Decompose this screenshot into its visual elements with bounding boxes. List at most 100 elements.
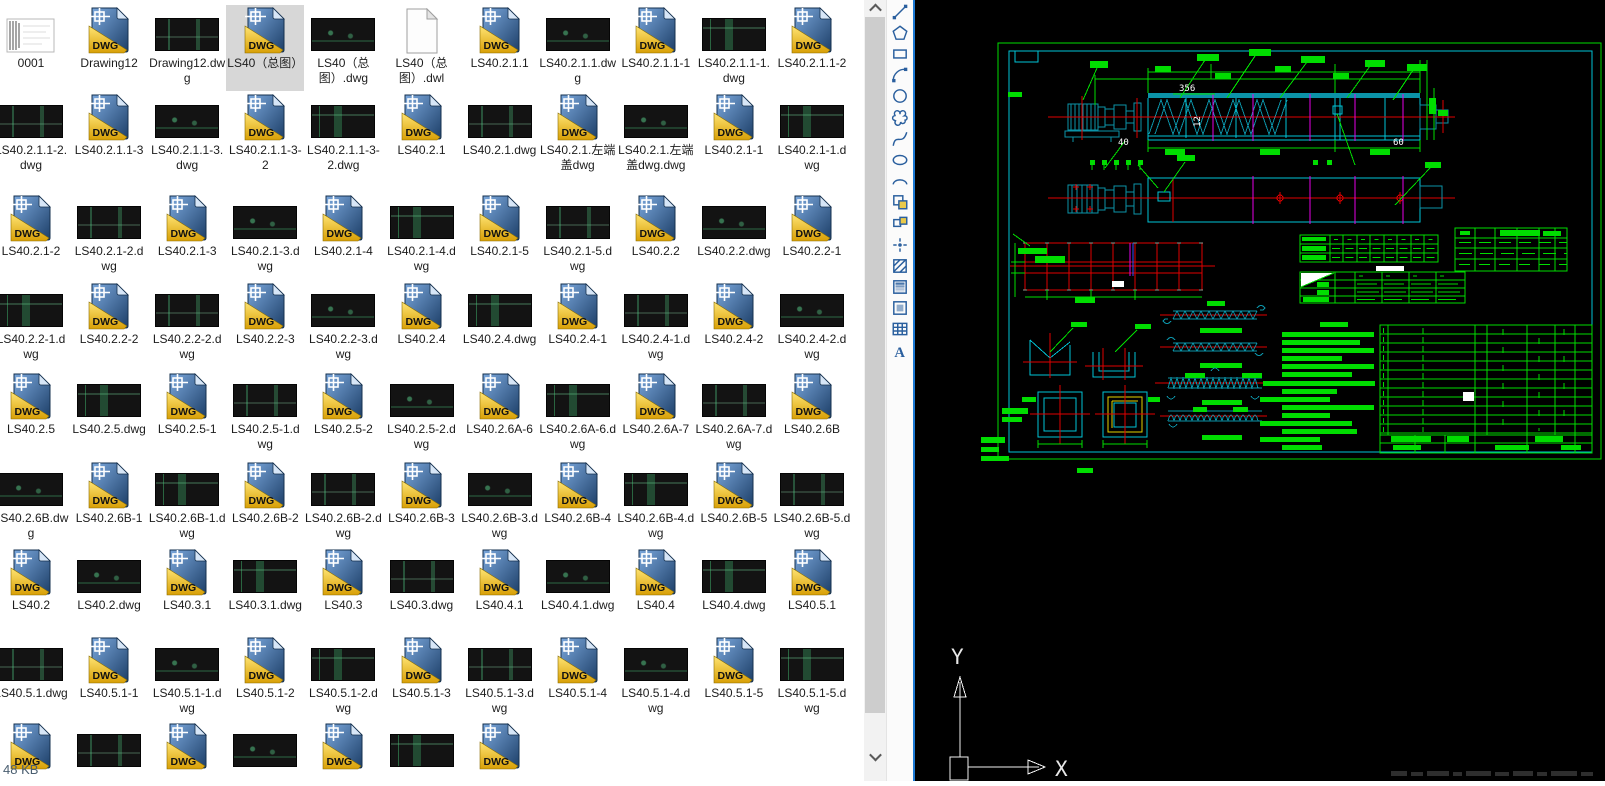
- file-item[interactable]: LS40.2.6B-5.dwg: [773, 460, 851, 546]
- file-item[interactable]: LS40.2.2-3.dwg: [304, 281, 382, 367]
- file-item[interactable]: DWG LS40.5.1-5: [695, 635, 773, 721]
- file-item[interactable]: DWG LS40.2.5: [0, 371, 70, 457]
- file-item[interactable]: LS40.2.1.dwg: [461, 92, 539, 178]
- file-item[interactable]: LS40.2.6B-2.dwg: [304, 460, 382, 546]
- make-block-icon[interactable]: [891, 214, 909, 232]
- file-item[interactable]: LS40.5.1-2.dwg: [304, 635, 382, 721]
- file-item[interactable]: LS40.2.5-1.dwg: [226, 371, 304, 457]
- file-item[interactable]: DWG LS40.2.1-1: [695, 92, 773, 178]
- file-item[interactable]: LS40.4.dwg: [695, 547, 773, 633]
- rectangle-icon[interactable]: [891, 45, 909, 63]
- mtext-icon[interactable]: A: [891, 342, 909, 360]
- file-item[interactable]: DWG LS40.2.6B-1: [70, 460, 148, 546]
- file-item[interactable]: LS40.5.1-1.dwg: [148, 635, 226, 721]
- file-item[interactable]: [70, 721, 148, 781]
- polygon-icon[interactable]: [891, 24, 909, 42]
- file-item[interactable]: LS40.2.4.dwg: [461, 281, 539, 367]
- file-item[interactable]: Drawing12.dwg: [148, 5, 226, 91]
- file-item[interactable]: DWG LS40（总图）: [226, 5, 304, 91]
- file-item[interactable]: LS40.4.1.dwg: [539, 547, 617, 633]
- insert-block-icon[interactable]: [891, 193, 909, 211]
- revision-cloud-icon[interactable]: [891, 109, 909, 127]
- file-item[interactable]: DWG LS40.2.1.1-2: [773, 5, 851, 91]
- file-item[interactable]: LS40.5.1-4.dwg: [617, 635, 695, 721]
- region-icon[interactable]: [891, 299, 909, 317]
- spline-icon[interactable]: [891, 130, 909, 148]
- circle-icon[interactable]: [891, 87, 909, 105]
- file-item[interactable]: DWG LS40.2.1.1-3-2: [226, 92, 304, 178]
- file-item[interactable]: LS40.2.1.1.dwg: [539, 5, 617, 91]
- file-item[interactable]: DWG Drawing12: [70, 5, 148, 91]
- file-item[interactable]: LS40.2.4-2.dwg: [773, 281, 851, 367]
- file-item[interactable]: DWG LS40.4: [617, 547, 695, 633]
- file-item[interactable]: DWG LS40.2.1.左端盖dwg: [539, 92, 617, 178]
- file-item[interactable]: LS40.2.5-2.dwg: [383, 371, 461, 457]
- file-item[interactable]: DWG LS40.2: [0, 547, 70, 633]
- file-item[interactable]: DWG LS40.2.2: [617, 193, 695, 279]
- file-item[interactable]: DWG LS40.2.4: [383, 281, 461, 367]
- file-item[interactable]: LS40.5.1.dwg: [0, 635, 70, 721]
- file-item[interactable]: LS40.2.6B-4.dwg: [617, 460, 695, 546]
- file-item[interactable]: DWG: [461, 721, 539, 781]
- point-icon[interactable]: [891, 236, 909, 254]
- file-item[interactable]: LS40.2.1-3.dwg: [226, 193, 304, 279]
- file-item[interactable]: DWG LS40.2.1.1-3: [70, 92, 148, 178]
- line-icon[interactable]: [891, 3, 909, 21]
- file-item[interactable]: DWG LS40.3: [304, 547, 382, 633]
- file-item[interactable]: DWG LS40.2.6B-4: [539, 460, 617, 546]
- file-item[interactable]: [226, 721, 304, 781]
- file-item[interactable]: DWG LS40.2.1-4: [304, 193, 382, 279]
- file-item[interactable]: LS40.2.6B.dwg: [0, 460, 70, 546]
- file-item[interactable]: DWG LS40.2.4-1: [539, 281, 617, 367]
- file-item[interactable]: LS40（总图）.dwl: [383, 5, 461, 91]
- file-item[interactable]: LS40.2.6B-3.dwg: [461, 460, 539, 546]
- file-item[interactable]: DWG LS40.2.2-3: [226, 281, 304, 367]
- table-icon[interactable]: [891, 320, 909, 338]
- file-item[interactable]: LS40.3.1.dwg: [226, 547, 304, 633]
- scroll-down-button[interactable]: [864, 748, 886, 765]
- file-item[interactable]: DWG LS40.2.6B-5: [695, 460, 773, 546]
- scrollbar-thumb[interactable]: [865, 17, 885, 713]
- file-item[interactable]: LS40.2.6B-1.dwg: [148, 460, 226, 546]
- file-item[interactable]: LS40.2.1-4.dwg: [383, 193, 461, 279]
- file-panel-scrollbar[interactable]: [864, 0, 886, 781]
- file-item[interactable]: LS40.5.1-3.dwg: [461, 635, 539, 721]
- file-item[interactable]: LS40.2.1.左端盖dwg.dwg: [617, 92, 695, 178]
- file-item[interactable]: LS40.2.1-2.dwg: [70, 193, 148, 279]
- file-item[interactable]: LS40.2.1.1-2.dwg: [0, 92, 70, 178]
- file-item[interactable]: DWG LS40.4.1: [461, 547, 539, 633]
- file-item[interactable]: DWG LS40.5.1-1: [70, 635, 148, 721]
- cad-drawing-canvas[interactable]: 356 12 40 60: [915, 0, 1605, 781]
- file-item[interactable]: DWG LS40.2.1-5: [461, 193, 539, 279]
- file-item[interactable]: LS40.2.1-5.dwg: [539, 193, 617, 279]
- file-item[interactable]: 0001: [0, 5, 70, 91]
- ellipse-icon[interactable]: [891, 151, 909, 169]
- scroll-up-button[interactable]: [864, 0, 886, 17]
- arc-icon[interactable]: [891, 66, 909, 84]
- file-item[interactable]: DWG LS40.2.6B-3: [383, 460, 461, 546]
- file-item[interactable]: DWG LS40.2.1.1-1: [617, 5, 695, 91]
- file-item[interactable]: DWG: [148, 721, 226, 781]
- file-item[interactable]: DWG LS40.5.1: [773, 547, 851, 633]
- file-item[interactable]: DWG LS40.5.1-4: [539, 635, 617, 721]
- file-item[interactable]: LS40.2.2-1.dwg: [0, 281, 70, 367]
- file-item[interactable]: DWG LS40.2.5-2: [304, 371, 382, 457]
- file-item[interactable]: DWG LS40.5.1-3: [383, 635, 461, 721]
- file-item[interactable]: LS40.2.6A-6.dwg: [539, 371, 617, 457]
- file-item[interactable]: [383, 721, 461, 781]
- file-item[interactable]: LS40.2.4-1.dwg: [617, 281, 695, 367]
- file-item[interactable]: DWG LS40.2.5-1: [148, 371, 226, 457]
- file-item[interactable]: DWG LS40.2.2-1: [773, 193, 851, 279]
- file-item[interactable]: DWG LS40.3.1: [148, 547, 226, 633]
- file-item[interactable]: LS40.2.6A-7.dwg: [695, 371, 773, 457]
- file-item[interactable]: DWG LS40.2.1-3: [148, 193, 226, 279]
- file-item[interactable]: LS40.2.5.dwg: [70, 371, 148, 457]
- file-item[interactable]: DWG LS40.2.2-2: [70, 281, 148, 367]
- file-item[interactable]: DWG LS40.2.6B: [773, 371, 851, 457]
- ellipse-arc-icon[interactable]: [891, 172, 909, 190]
- file-item[interactable]: DWG LS40.2.6A-7: [617, 371, 695, 457]
- file-item[interactable]: DWG LS40.2.1.1: [461, 5, 539, 91]
- file-item[interactable]: DWG LS40.5.1-2: [226, 635, 304, 721]
- file-item[interactable]: LS40.2.1.1-3.dwg: [148, 92, 226, 178]
- file-item[interactable]: LS40（总图）.dwg: [304, 5, 382, 91]
